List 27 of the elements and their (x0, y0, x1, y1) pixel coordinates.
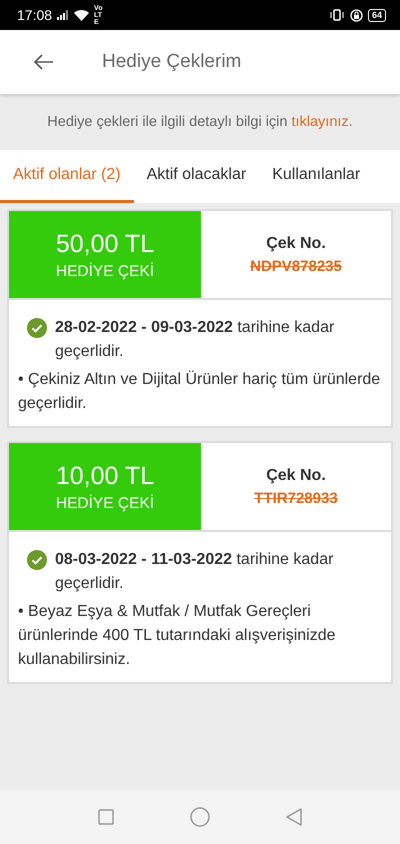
back-button[interactable] (34, 54, 54, 70)
voucher-caption: HEDİYE ÇEKİ (56, 494, 154, 512)
validity-text: 08-03-2022 - 11-03-2022 tarihine kadar geçerlidir. (55, 550, 334, 594)
tab[interactable]: Aktif olacaklar (134, 150, 260, 203)
voucher-note: • Beyaz Eşya & Mutfak / Mutfak Gereçleri ürünlerinde 400 TL tutarındaki alışverişinizde kullanabilirsiniz. (18, 602, 337, 670)
voucher-amount: 10,00 TL (56, 460, 154, 490)
info-text: Hediye çekleri ile ilgili detaylı bilgi için (47, 114, 288, 130)
voucher-code: TTIR728933 (254, 490, 338, 506)
page-title: Hediye Çeklerim (102, 51, 242, 73)
code-label: Çek No. (266, 466, 326, 484)
tab[interactable]: Kullanılanlar (259, 150, 374, 203)
square-icon (98, 809, 114, 825)
voucher-note: • Çekiniz Altın ve Dijital Ürünler hariç tüm ürünlerde geçerlidir. (18, 370, 381, 414)
voucher-amount: 50,00 TL (56, 228, 154, 258)
signal-icon (57, 10, 70, 20)
triangle-icon (286, 808, 302, 826)
lock-icon (350, 8, 363, 22)
code-label: Çek No. (266, 234, 326, 252)
clock: 17:08 (17, 7, 52, 23)
battery-indicator: 64 (368, 8, 386, 22)
vibrate-icon (328, 9, 345, 21)
circle-icon (190, 807, 210, 827)
validity-text: 28-02-2022 - 09-03-2022 tarihine kadar geçerlidir. (55, 318, 336, 362)
voucher-code: NDPV878235 (250, 258, 342, 274)
wifi-icon (74, 10, 90, 20)
back-arrow-icon (34, 54, 54, 70)
voucher-caption: HEDİYE ÇEKİ (56, 262, 154, 280)
